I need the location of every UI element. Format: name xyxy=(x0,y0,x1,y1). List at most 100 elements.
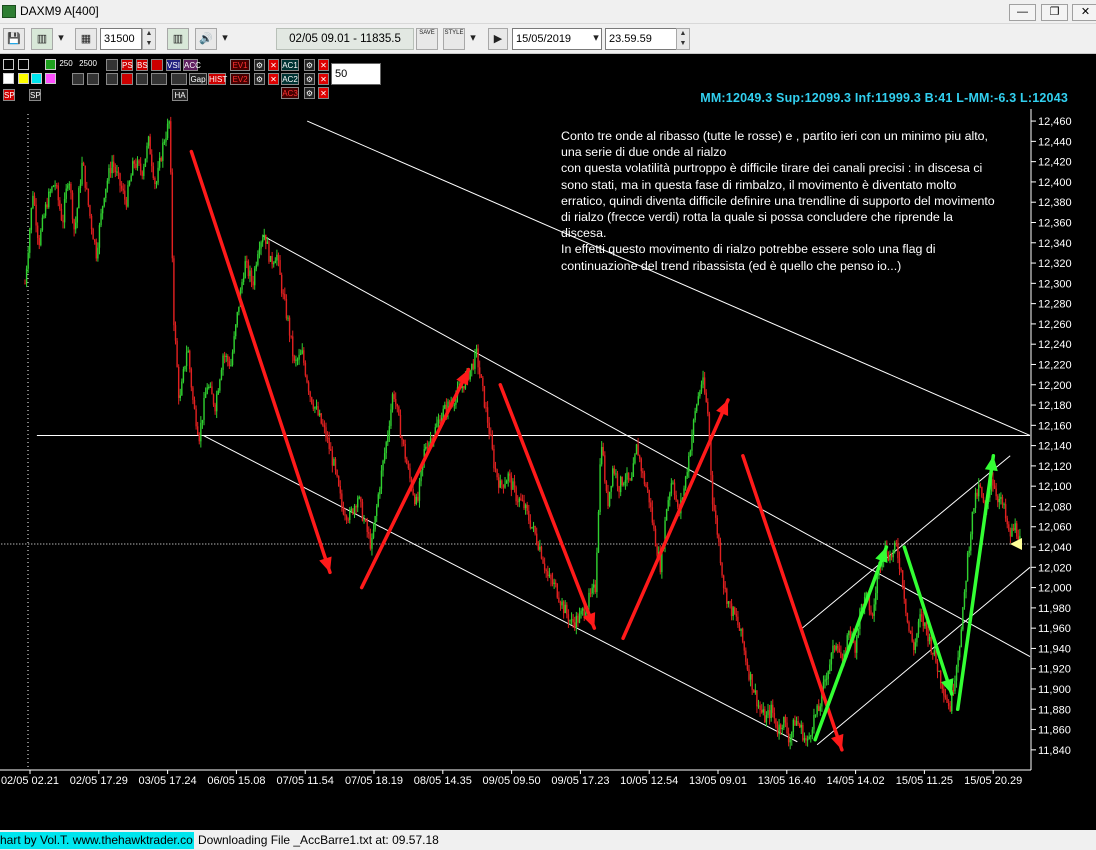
website-link[interactable]: hart by Vol.T. www.thehawktrader.co xyxy=(0,832,194,849)
candle-body xyxy=(57,185,59,201)
restore-button[interactable]: ❐ xyxy=(1041,4,1068,21)
ev1-button[interactable]: EV1 xyxy=(230,59,250,71)
period-input[interactable]: 50 xyxy=(331,63,381,85)
candle-body xyxy=(334,459,337,470)
ha-button[interactable]: HA xyxy=(172,89,188,101)
candle-body xyxy=(486,407,489,423)
bs2-indicator-icon[interactable] xyxy=(151,59,163,71)
indicator-icon[interactable] xyxy=(106,59,118,71)
close-icon[interactable]: ✕ xyxy=(318,87,329,99)
line-chart-icon[interactable] xyxy=(171,73,187,85)
indicator-icon[interactable] xyxy=(72,73,84,85)
y-tick-label: 12,280 xyxy=(1038,299,1072,311)
chevron-down-icon[interactable]: ▾ xyxy=(219,28,231,50)
settings-icon[interactable]: ⚙ xyxy=(304,87,315,99)
acc-button[interactable]: ACC xyxy=(183,59,201,71)
candle-body xyxy=(979,484,981,487)
bar-count-input[interactable]: 31500 xyxy=(100,28,142,50)
indicator-icon[interactable] xyxy=(136,73,148,85)
green-wave-arrow xyxy=(902,545,954,696)
close-icon[interactable]: ✕ xyxy=(318,59,329,71)
annotation-line: In effetti questo movimento di rialzo po… xyxy=(561,242,936,257)
candle-body xyxy=(76,208,78,223)
sp-button[interactable]: SP xyxy=(3,89,15,101)
play-icon[interactable]: ▶ xyxy=(488,28,508,50)
time-input[interactable]: 23.59.59 xyxy=(605,28,677,50)
candle-body xyxy=(74,222,77,230)
bs-button[interactable]: BS xyxy=(136,59,148,71)
minimize-button[interactable]: — xyxy=(1009,4,1036,21)
candle-body xyxy=(355,505,357,508)
ps-button[interactable]: PS xyxy=(121,59,133,71)
indicator-icon[interactable] xyxy=(121,73,133,85)
candle-body xyxy=(524,504,527,509)
candle-body xyxy=(939,670,942,684)
candle-body xyxy=(252,281,254,286)
settings-icon[interactable]: ⚙ xyxy=(304,73,315,85)
candle-body xyxy=(374,516,376,530)
ac2-button[interactable]: AC2 xyxy=(281,73,299,85)
candle-body xyxy=(125,199,128,207)
candle-body xyxy=(339,485,341,494)
x-tick-label: 06/05 15.08 xyxy=(207,775,265,787)
candle-body xyxy=(610,485,612,492)
candle-body xyxy=(312,403,315,409)
chevron-down-icon[interactable]: ▾ xyxy=(467,28,479,50)
candle-body xyxy=(212,394,215,405)
candle-body xyxy=(949,706,951,712)
settings-icon[interactable]: ⚙ xyxy=(254,59,265,71)
candle-body xyxy=(399,415,402,438)
color-swatch-green[interactable] xyxy=(45,59,56,70)
style-button[interactable]: STYLE xyxy=(443,28,465,50)
candle-body xyxy=(418,481,421,501)
wireframe-toggle-icon[interactable] xyxy=(18,59,29,70)
speaker-icon[interactable]: 🔊 xyxy=(195,28,217,50)
chevron-down-icon[interactable]: ▾ xyxy=(590,28,602,50)
color-swatch-cyan[interactable] xyxy=(31,73,42,84)
color-swatch-yellow[interactable] xyxy=(18,73,29,84)
indicator-icon[interactable] xyxy=(151,73,167,85)
settings-icon[interactable]: ⚙ xyxy=(254,73,265,85)
price-chart[interactable]: 12,460 12,440 12,420 12,400 12,380 12,360 12,3… xyxy=(0,54,1096,830)
close-icon[interactable]: ✕ xyxy=(268,73,279,85)
chart-settings-icon[interactable]: ▥ xyxy=(167,28,189,50)
color-swatch-magenta[interactable] xyxy=(45,73,56,84)
wireframe-toggle-icon[interactable] xyxy=(3,59,14,70)
candle-body xyxy=(528,510,530,521)
settings-icon[interactable]: ⚙ xyxy=(304,59,315,71)
save-disk-icon[interactable]: 💾 xyxy=(3,28,25,50)
indicator-icon[interactable] xyxy=(87,73,99,85)
close-icon[interactable]: ✕ xyxy=(268,59,279,71)
calculator-icon[interactable]: ▦ xyxy=(75,28,97,50)
sp2-button[interactable]: SP xyxy=(29,89,41,101)
candle-body xyxy=(1003,504,1005,506)
close-icon[interactable]: ✕ xyxy=(318,73,329,85)
chevron-down-icon[interactable]: ▾ xyxy=(55,28,67,50)
candle-body xyxy=(223,355,226,357)
date-select[interactable]: 15/05/2019 xyxy=(512,28,602,50)
close-button[interactable]: ✕ xyxy=(1072,4,1096,21)
ev2-button[interactable]: EV2 xyxy=(230,73,250,85)
color-swatch-white[interactable] xyxy=(3,73,14,84)
candle-body xyxy=(727,601,730,604)
chart-type-icon[interactable]: ▥ xyxy=(31,28,53,50)
gap-button[interactable]: Gap xyxy=(189,73,207,85)
ac3-button[interactable]: AC3 xyxy=(281,87,299,99)
time-stepper[interactable]: ▲ ▼ xyxy=(676,28,690,50)
candle-body xyxy=(100,213,102,226)
vsi-button[interactable]: VSI xyxy=(166,59,181,71)
save-button[interactable]: SAVE xyxy=(416,28,438,50)
bar-count-stepper[interactable]: ▲ ▼ xyxy=(142,28,156,50)
candle-body xyxy=(765,715,768,723)
candle-body xyxy=(73,219,75,230)
candle-body xyxy=(561,601,563,606)
candle-body xyxy=(317,406,319,416)
candle-body xyxy=(219,379,221,391)
candle-body xyxy=(33,195,36,205)
candle-body xyxy=(326,437,329,439)
candle-body xyxy=(965,580,967,593)
candle-body xyxy=(477,348,479,368)
hist-button[interactable]: HIST xyxy=(208,73,227,85)
indicator-icon[interactable] xyxy=(106,73,118,85)
ac1-button[interactable]: AC1 xyxy=(281,59,299,71)
